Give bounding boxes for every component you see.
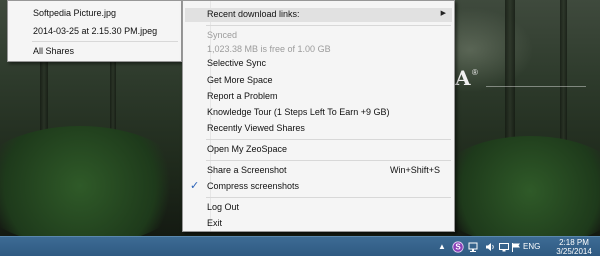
menu-item-label: Recent download links: — [207, 9, 300, 19]
recent-file-item[interactable]: Softpedia Picture.jpg — [33, 8, 116, 18]
exit-item[interactable]: Exit — [185, 217, 452, 231]
menu-separator — [206, 160, 451, 161]
menu-item-label: Log Out — [207, 202, 240, 212]
menu-separator — [206, 139, 451, 140]
svg-text:S: S — [455, 243, 461, 252]
recent-files-menu: Softpedia Picture.jpg 2014-03-25 at 2.15… — [7, 0, 182, 62]
menu-item-label: Synced — [207, 30, 238, 40]
clock-date: 3/25/2014 — [556, 247, 592, 256]
menu-item-label: Knowledge Tour (1 Steps Left To Earn +9 … — [207, 107, 390, 117]
menu-item-label: Selective Sync — [207, 58, 267, 68]
wallpaper-logo-line — [486, 86, 586, 87]
recent-file-item[interactable]: 2014-03-25 at 2.15.30 PM.jpeg — [33, 26, 157, 36]
menu-item-label: Recently Viewed Shares — [207, 123, 305, 133]
menu-separator — [32, 41, 178, 42]
zeospace-context-menu: Recent download links: ▶ Synced 1,023.38… — [182, 0, 455, 232]
knowledge-tour-item[interactable]: Knowledge Tour (1 Steps Left To Earn +9 … — [185, 106, 452, 120]
log-out-item[interactable]: Log Out — [185, 201, 452, 215]
menu-item-label: Open My ZeoSpace — [207, 144, 288, 154]
wallpaper-logo: A — [455, 66, 471, 90]
show-hidden-icons-chevron-icon[interactable]: ▲ — [436, 241, 448, 253]
synced-status-item: Synced — [185, 29, 452, 43]
storage-status-item: 1,023.38 MB is free of 1.00 GB — [185, 43, 452, 57]
taskbar: ▲ S ENG 2:18 PM 3/25/2014 — [0, 236, 600, 256]
menu-item-label: Report a Problem — [207, 91, 278, 101]
submenu-arrow-icon: ▶ — [440, 10, 446, 17]
language-indicator[interactable]: ENG — [523, 242, 540, 251]
recent-download-links-item[interactable]: Recent download links: ▶ — [185, 8, 452, 22]
foliage — [430, 136, 600, 236]
action-center-flag-icon[interactable] — [510, 241, 522, 253]
display-icon[interactable] — [498, 241, 510, 253]
foliage — [0, 126, 190, 236]
compress-screenshots-item[interactable]: ✓ Compress screenshots — [185, 180, 452, 194]
share-screenshot-item[interactable]: Share a Screenshot Win+Shift+S — [185, 164, 452, 178]
menu-item-label: Get More Space — [207, 75, 273, 85]
menu-separator — [206, 25, 451, 26]
menu-item-label: Compress screenshots — [207, 181, 300, 191]
selective-sync-item[interactable]: Selective Sync — [185, 57, 452, 71]
open-zeospace-item[interactable]: Open My ZeoSpace — [185, 143, 452, 157]
keyboard-shortcut: Win+Shift+S — [389, 165, 440, 175]
clock-time: 2:18 PM — [559, 238, 589, 247]
report-problem-item[interactable]: Report a Problem — [185, 90, 452, 104]
checkmark-icon: ✓ — [190, 180, 200, 192]
menu-item-label: Share a Screenshot — [207, 165, 287, 175]
registered-mark-icon: ® — [472, 68, 478, 77]
all-shares-item[interactable]: All Shares — [33, 46, 74, 56]
get-more-space-item[interactable]: Get More Space — [185, 74, 452, 88]
clock[interactable]: 2:18 PM 3/25/2014 — [552, 238, 596, 256]
network-icon[interactable] — [468, 241, 480, 253]
menu-item-label: 1,023.38 MB is free of 1.00 GB — [207, 44, 331, 54]
zeospace-tray-icon[interactable]: S — [452, 241, 464, 253]
menu-item-label: Exit — [207, 218, 223, 228]
menu-separator — [206, 197, 451, 198]
recently-viewed-shares-item[interactable]: Recently Viewed Shares — [185, 122, 452, 136]
volume-icon[interactable] — [484, 241, 496, 253]
